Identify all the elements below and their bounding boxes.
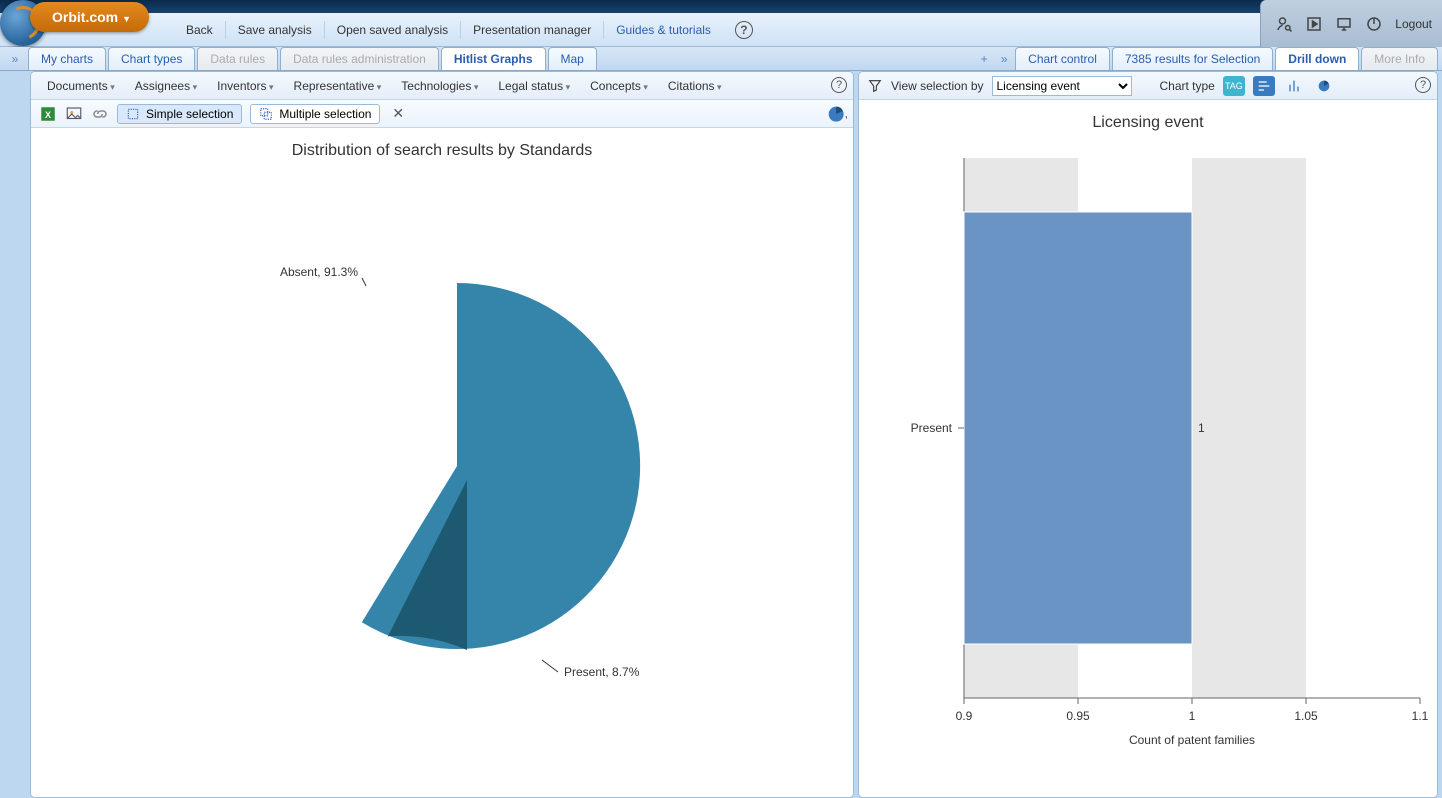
multiple-selection-button[interactable]: Multiple selection [250,104,380,124]
filter-help-icon[interactable]: ? [831,77,847,93]
view-by-select[interactable]: Licensing event [992,76,1132,96]
pie-label-absent: Absent, 91.3% [280,265,358,279]
filter-inventors[interactable]: Inventors [209,79,281,93]
user-search-icon[interactable] [1275,15,1293,33]
filter-technologies[interactable]: Technologies [393,79,486,93]
menu-save-analysis[interactable]: Save analysis [226,21,325,39]
add-tab-icon[interactable]: + [975,47,993,70]
pie-chart-title: Distribution of search results by Standa… [31,128,853,166]
monitor-icon[interactable] [1335,15,1353,33]
top-menu: Back Save analysis Open saved analysis P… [174,21,723,39]
filter-documents[interactable]: Documents [39,79,123,93]
pie-label-present: Present, 8.7% [564,665,640,679]
bar-value-label: 1 [1198,421,1205,435]
chart-type-hbar-icon[interactable] [1253,76,1275,96]
logout-link[interactable]: Logout [1395,17,1432,31]
tab-more-info: More Info [1361,47,1438,70]
chart-toolbar: X Simple selection Multiple selection ✕ … [31,100,853,128]
app-header: Orbit.com▼ Back Save analysis Open saved… [0,13,1442,47]
power-icon[interactable] [1365,15,1383,33]
grid-band [1192,158,1306,698]
filter-citations[interactable]: Citations [660,79,730,93]
menu-presentation-manager[interactable]: Presentation manager [461,21,604,39]
chart-type-label: Chart type [1160,79,1215,93]
tab-map[interactable]: Map [548,47,597,70]
tab-my-charts[interactable]: My charts [28,47,106,70]
expand-left-icon[interactable]: » [4,47,26,70]
xtick: 0.9 [956,709,973,723]
filter-legal-status[interactable]: Legal status [490,79,578,93]
bar-present[interactable] [964,212,1192,644]
chart-type-tag-icon[interactable]: TAG [1223,76,1245,96]
filter-assignees[interactable]: Assignees [127,79,205,93]
pie-slice-absent[interactable] [362,283,640,649]
bar-xlabel: Count of patent families [1129,733,1255,747]
simple-selection-button[interactable]: Simple selection [117,104,242,124]
drilldown-bar: View selection by Licensing event Chart … [859,72,1437,100]
pie-chart-area: Distribution of search results by Standa… [31,128,853,797]
right-panel: View selection by Licensing event Chart … [858,71,1438,798]
view-by-label: View selection by [891,79,984,93]
tab-data-rules-admin: Data rules administration [280,47,439,70]
menu-guides-tutorials[interactable]: Guides & tutorials [604,21,723,39]
drilldown-help-icon[interactable]: ? [1415,77,1431,93]
svg-text:▾: ▾ [845,113,847,122]
tab-chart-control[interactable]: Chart control [1015,47,1110,70]
filter-icon[interactable] [867,78,883,94]
clear-selection-icon[interactable]: ✕ [392,105,404,122]
xtick: 1 [1189,709,1196,723]
logo[interactable]: Orbit.com▼ [0,13,160,47]
xtick: 1.05 [1294,709,1318,723]
bar-chart[interactable]: Present 1 0.9 0.95 1 1.05 1.1 Count of p… [868,138,1428,778]
tab-results[interactable]: 7385 results for Selection [1112,47,1273,70]
tab-chart-types[interactable]: Chart types [108,47,195,70]
menu-open-saved[interactable]: Open saved analysis [325,21,461,39]
help-icon[interactable]: ? [735,21,753,39]
tabs-overflow-icon[interactable]: » [995,47,1013,70]
chart-type-pie-icon[interactable] [1313,76,1335,96]
bar-chart-title: Licensing event [859,100,1437,138]
chart-style-menu-icon[interactable]: ▾ [827,105,845,123]
export-excel-icon[interactable]: X [39,105,57,123]
filter-bar: Documents Assignees Inventors Representa… [31,72,853,100]
export-image-icon[interactable] [65,105,83,123]
bar-ycat-label: Present [911,421,953,435]
tab-drill-down[interactable]: Drill down [1275,47,1359,70]
left-panel: Documents Assignees Inventors Representa… [30,71,854,798]
link-icon[interactable] [91,105,109,123]
bar-chart-area: Licensing event Present 1 0.9 0.95 1 [859,100,1437,797]
svg-text:X: X [45,109,51,119]
xtick: 0.95 [1066,709,1090,723]
menu-back[interactable]: Back [174,21,226,39]
tab-strip: » My charts Chart types Data rules Data … [0,47,1442,71]
pie-chart[interactable]: Absent, 91.3% Present, 8.7% [62,166,822,766]
header-utilities: Logout [1260,0,1442,47]
chart-type-vbar-icon[interactable] [1283,76,1305,96]
filter-representative[interactable]: Representative [286,79,390,93]
filter-concepts[interactable]: Concepts [582,79,656,93]
tab-data-rules: Data rules [197,47,278,70]
tab-hitlist-graphs[interactable]: Hitlist Graphs [441,47,546,70]
xtick: 1.1 [1412,709,1428,723]
export-icon[interactable] [1305,15,1323,33]
